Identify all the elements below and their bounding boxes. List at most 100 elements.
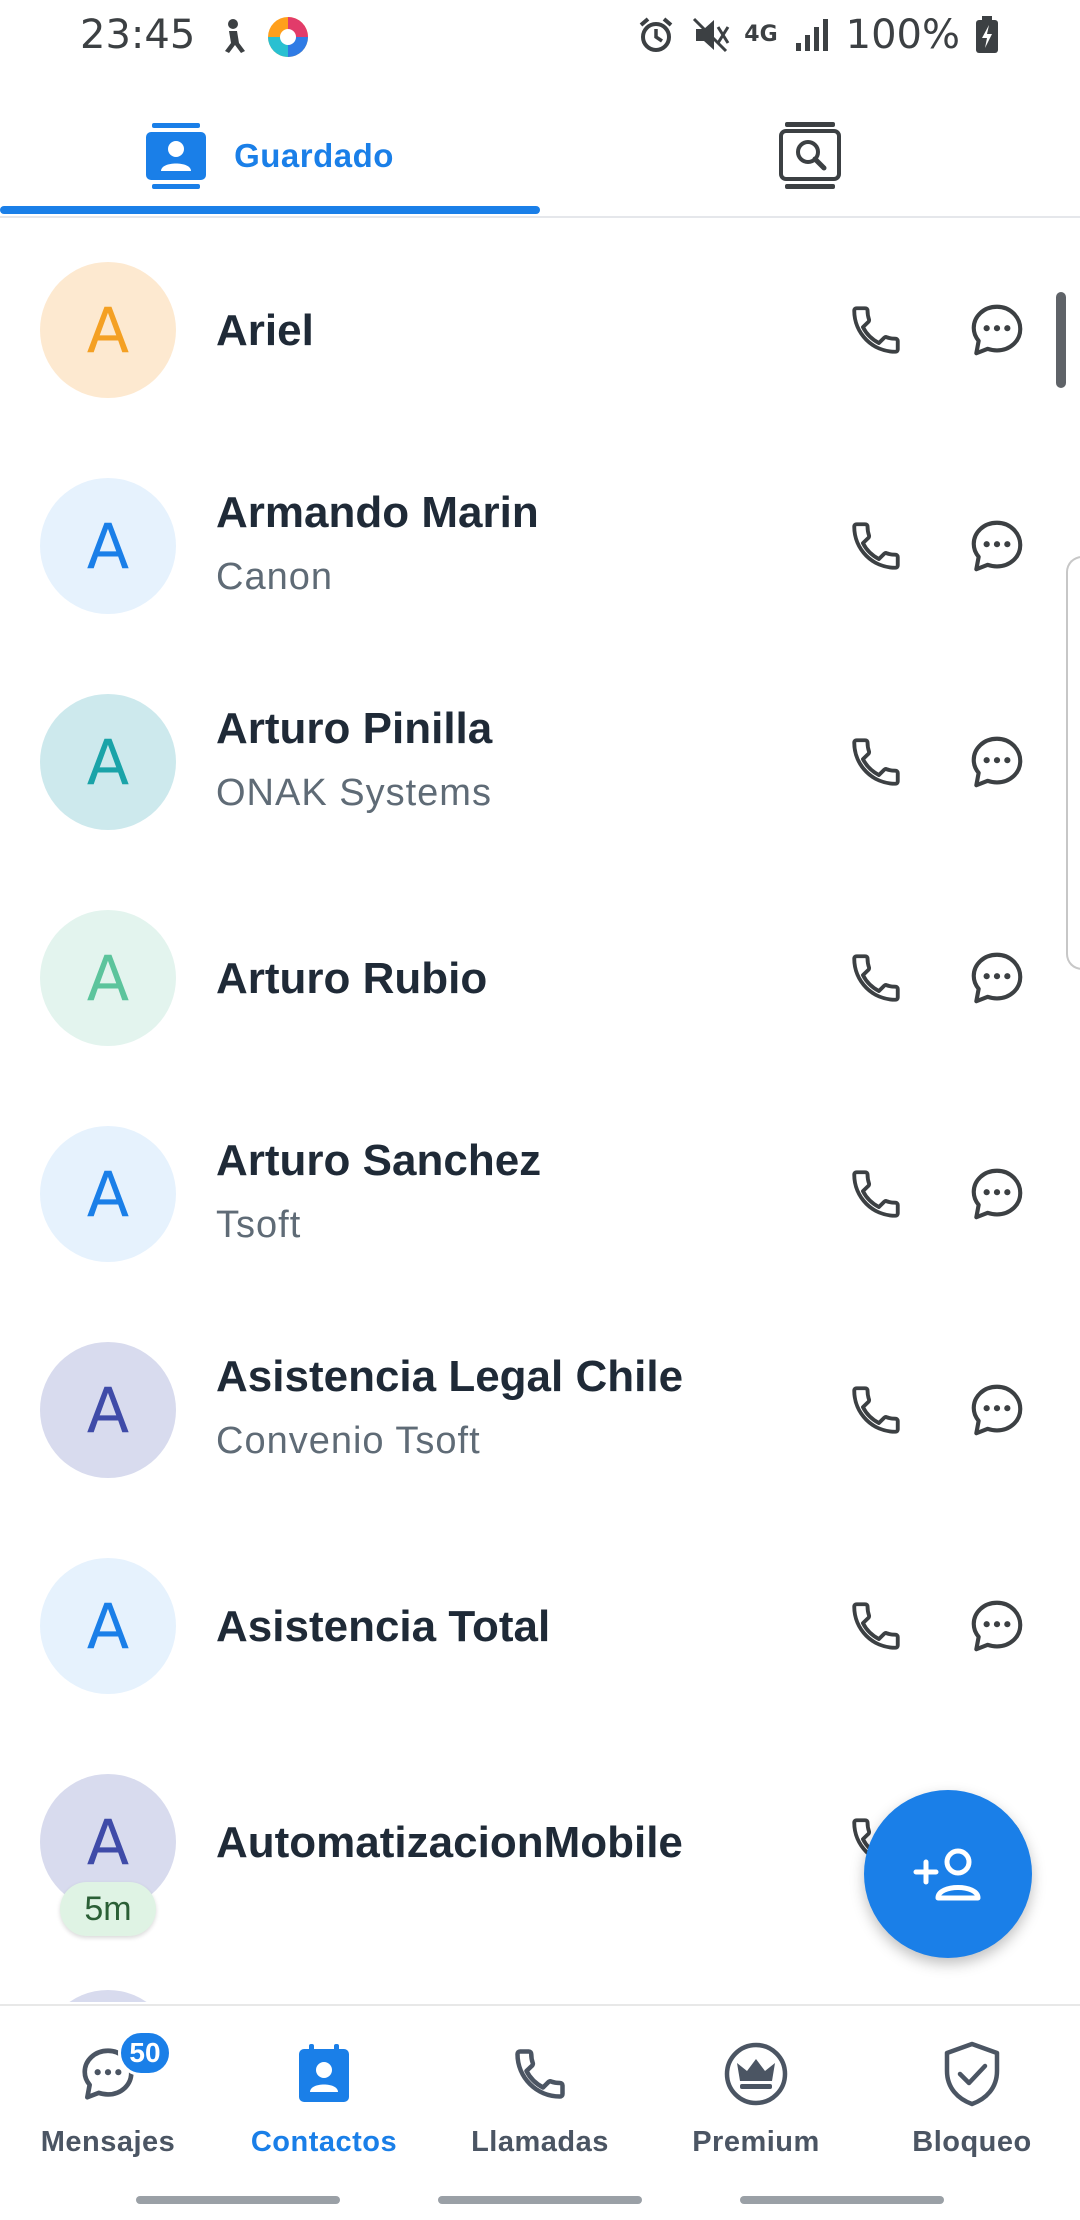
contact-name: Arturo Sanchez <box>216 1136 542 1185</box>
gesture-back[interactable] <box>740 2196 944 2204</box>
contact-row-ariel[interactable]: A Ariel <box>0 222 1080 438</box>
tab-saved-label: Guardado <box>234 137 394 174</box>
contact-name: Armando Marin <box>216 488 539 537</box>
message-button[interactable] <box>964 729 1030 795</box>
add-contact-button[interactable] <box>864 1790 1032 1958</box>
chat-bubble-icon <box>971 736 1023 788</box>
contact-row-partial[interactable] <box>0 1950 1080 2002</box>
contact-company: Canon <box>216 556 333 598</box>
nav-block-label: Bloqueo <box>912 2126 1032 2158</box>
nav-contacts-icon-wrap <box>216 2040 432 2108</box>
call-button[interactable] <box>844 946 908 1010</box>
contact-row-asistencia-legal-chile[interactable]: A Asistencia Legal Chile Convenio Tsoft <box>0 1302 1080 1518</box>
contact-name: Asistencia Total <box>216 1602 551 1651</box>
nav-calls[interactable]: Llamadas <box>432 2030 648 2180</box>
phone-icon <box>852 1602 900 1650</box>
contact-name: Arturo Rubio <box>216 954 488 1003</box>
status-time: 23:45 <box>80 12 196 58</box>
call-button[interactable] <box>844 730 908 794</box>
gesture-home[interactable] <box>438 2196 642 2204</box>
contact-book-icon <box>299 2044 349 2102</box>
tab-active-indicator <box>0 206 540 214</box>
scrollbar-thumb[interactable] <box>1056 292 1066 388</box>
call-button[interactable] <box>844 298 908 362</box>
contacts-tab-bar: Guardado <box>0 96 1080 218</box>
nav-premium-label: Premium <box>692 2126 820 2158</box>
contact-row-arturo-sanchez[interactable]: A Arturo Sanchez Tsoft <box>0 1086 1080 1302</box>
avatar-initial: A <box>86 293 130 367</box>
tab-saved[interactable]: Guardado <box>0 96 540 216</box>
status-bar: 23:45 4G 100% <box>0 0 1080 72</box>
contact-list[interactable]: A Ariel A Armando Marin Canon A Arturo P… <box>0 222 1080 2002</box>
avatar: A <box>40 262 176 398</box>
contact-company: Tsoft <box>216 1204 302 1246</box>
nav-messages[interactable]: 50 Mensajes <box>0 2030 216 2180</box>
phone-icon <box>852 1170 900 1218</box>
app-logo-icon <box>268 17 308 57</box>
chat-bubble-icon <box>971 1600 1023 1652</box>
chat-bubble-icon <box>971 520 1023 572</box>
chat-bubble-icon <box>971 1384 1023 1436</box>
message-button[interactable] <box>964 1161 1030 1227</box>
avatar-initial: A <box>86 1373 130 1447</box>
phone-icon <box>852 306 900 354</box>
avatar-initial: A <box>86 1805 130 1879</box>
chat-bubble-icon <box>971 952 1023 1004</box>
contact-row-asistencia-total[interactable]: A Asistencia Total <box>0 1518 1080 1734</box>
call-button[interactable] <box>844 1378 908 1442</box>
nav-block-icon-wrap <box>864 2040 1080 2108</box>
message-button[interactable] <box>964 513 1030 579</box>
avatar: A <box>40 694 176 830</box>
nav-premium[interactable]: Premium <box>648 2030 864 2180</box>
phone-icon <box>852 738 900 786</box>
recent-time-badge: 5m <box>60 1882 156 1936</box>
contact-name: Ariel <box>216 306 314 355</box>
nav-calls-label: Llamadas <box>471 2126 609 2158</box>
nav-block[interactable]: Bloqueo <box>864 2030 1080 2180</box>
battery-percent: 100% <box>845 12 960 58</box>
avatar: A <box>40 910 176 1046</box>
contact-card-icon <box>146 123 207 189</box>
message-button[interactable] <box>964 945 1030 1011</box>
contact-row-arturo-rubio[interactable]: A Arturo Rubio <box>0 870 1080 1086</box>
avatar: A <box>40 1126 176 1262</box>
contact-name: AutomatizacionMobile <box>216 1818 683 1867</box>
contact-name: Asistencia Legal Chile <box>216 1352 684 1401</box>
chat-bubble-icon <box>971 304 1023 356</box>
call-button[interactable] <box>844 1162 908 1226</box>
shield-check-icon <box>944 2041 1000 2107</box>
phone-icon <box>852 522 900 570</box>
contact-company: ONAK Systems <box>216 772 492 814</box>
bottom-navigation: 50 Mensajes Contactos Llamadas Premium B… <box>0 2004 1080 2220</box>
status-system-icons: 4G 100% <box>636 12 1000 58</box>
avatar: A <box>40 478 176 614</box>
avatar: A <box>40 1558 176 1694</box>
contact-row-armando-marin[interactable]: A Armando Marin Canon <box>0 438 1080 654</box>
nav-messages-label: Mensajes <box>40 2126 176 2158</box>
nav-contacts[interactable]: Contactos <box>216 2030 432 2180</box>
nav-messages-icon-wrap <box>0 2040 216 2108</box>
avatar-initial: A <box>86 1157 130 1231</box>
nav-calls-icon-wrap <box>432 2040 648 2108</box>
gesture-recents[interactable] <box>136 2196 340 2204</box>
avatar <box>40 1990 176 2002</box>
battery-charging-icon <box>976 16 998 53</box>
edge-panel-handle[interactable] <box>1066 556 1080 970</box>
nav-premium-icon-wrap <box>648 2040 864 2108</box>
contact-name: Arturo Pinilla <box>216 704 493 753</box>
message-button[interactable] <box>964 1593 1030 1659</box>
contact-row-arturo-pinilla[interactable]: A Arturo Pinilla ONAK Systems <box>0 654 1080 870</box>
phone-icon <box>515 2049 565 2099</box>
contact-company: Convenio Tsoft <box>216 1420 481 1462</box>
message-button[interactable] <box>964 297 1030 363</box>
add-contact-icon <box>913 1848 981 1901</box>
message-button[interactable] <box>964 1377 1030 1443</box>
call-button[interactable] <box>844 514 908 578</box>
avatar-initial: A <box>86 509 130 583</box>
avatar: A <box>40 1342 176 1478</box>
search-contacts-icon <box>779 122 841 189</box>
tab-search-directory[interactable] <box>540 96 1080 216</box>
avatar-initial: A <box>86 1589 130 1663</box>
call-button[interactable] <box>844 1594 908 1658</box>
status-notification-icons <box>215 14 311 60</box>
